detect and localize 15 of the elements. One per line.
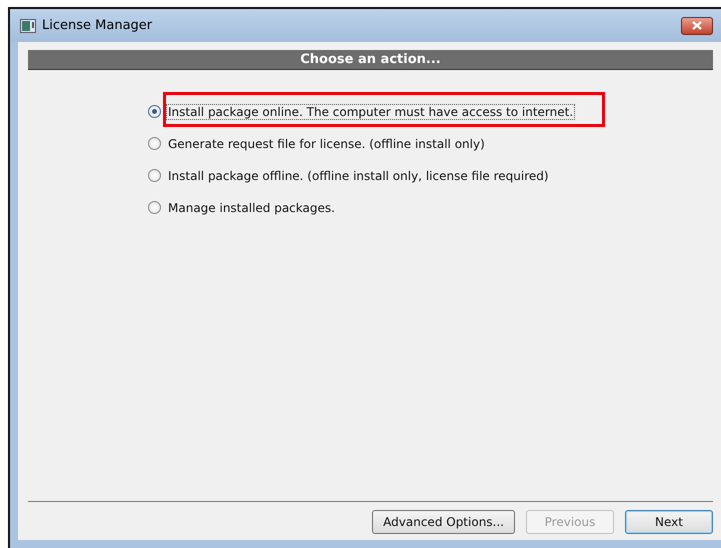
radio-button[interactable] bbox=[148, 105, 161, 118]
close-button[interactable] bbox=[681, 16, 713, 34]
section-header: Choose an action... bbox=[28, 50, 713, 70]
dialog-button[interactable]: Next bbox=[625, 510, 713, 534]
close-icon bbox=[692, 21, 702, 30]
radio-button[interactable] bbox=[148, 169, 161, 182]
dialog-button[interactable]: Advanced Options... bbox=[372, 510, 515, 534]
radio-button[interactable] bbox=[148, 201, 161, 214]
option-label[interactable]: Manage installed packages. bbox=[166, 200, 337, 216]
option-label[interactable]: Install package offline. (offline install only, license file required) bbox=[166, 168, 551, 184]
window-title: License Manager bbox=[42, 18, 152, 33]
option-label[interactable]: Generate request file for license. (offline install only) bbox=[166, 136, 487, 152]
window-icon bbox=[20, 18, 36, 32]
radio-button[interactable] bbox=[148, 137, 161, 150]
option-label[interactable]: Install package online. The computer must have access to internet. bbox=[166, 104, 576, 120]
